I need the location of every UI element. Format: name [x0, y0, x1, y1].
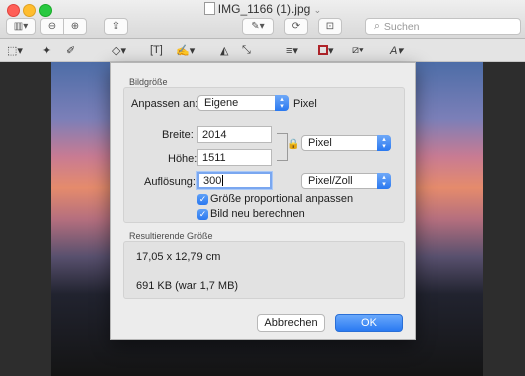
zoom-in-button[interactable]: ⊕ [63, 18, 87, 35]
sidebar-icon: ▥▾ [13, 21, 29, 32]
resolution-unit-popup[interactable]: Pixel/Zoll ▴ ▾ [301, 173, 391, 189]
adjust-size-tool[interactable]: ⤡ [242, 42, 251, 58]
resolution-label: Auflösung: [144, 176, 196, 188]
resolution-field[interactable]: 300 [197, 172, 272, 189]
border-color-tool[interactable]: ▾ [318, 42, 334, 58]
adjust-color-icon: ◭ [220, 44, 229, 57]
chevron-down-icon[interactable]: ⌄ [314, 5, 322, 15]
proportional-checkbox[interactable]: ✓ [197, 194, 208, 205]
height-label: Höhe: [168, 153, 198, 165]
share-button[interactable]: ⇪ [104, 18, 128, 35]
search-icon: ⌕ [374, 20, 380, 32]
title-bar: IMG_1166 (1).jpg ⌄ ▥▾ ⊖ ⊕ ⇪ ✎▾ ⟳ ⊡ ⌕ Suc… [0, 0, 525, 39]
width-label: Breite: [162, 129, 194, 141]
resample-checkbox[interactable]: ✓ [197, 209, 208, 220]
lock-icon[interactable]: 🔒 [287, 139, 299, 150]
adjust-size-dialog: Bildgröße Anpassen an: Eigene ▴ ▾ Pixel B… [110, 62, 416, 340]
fit-into-popup[interactable]: Eigene ▴ ▾ [197, 95, 289, 111]
share-icon: ⇪ [111, 21, 121, 32]
width-field[interactable]: 2014 [197, 126, 272, 143]
text-caret [222, 175, 224, 186]
text-style-tool[interactable]: A▾ [390, 42, 403, 58]
cancel-button[interactable]: Abbrechen [257, 314, 325, 332]
sketch-icon: ✐ [66, 44, 76, 57]
fill-color-icon: ⧄▾ [352, 43, 364, 56]
window-title: IMG_1166 (1).jpg ⌄ [0, 2, 525, 16]
sidebar-button[interactable]: ▥▾ [6, 18, 36, 35]
popup-arrows-icon: ▴ ▾ [377, 135, 391, 151]
resample-label: Bild neu berechnen [210, 208, 305, 220]
selection-icon: ⬚▾ [7, 44, 23, 57]
fill-color-tool[interactable]: ⧄▾ [352, 42, 364, 58]
result-dimensions: 17,05 x 12,79 cm [136, 251, 221, 263]
ok-button[interactable]: OK [335, 314, 403, 332]
zoom-out-icon: ⊖ [47, 21, 57, 32]
shapes-tool[interactable]: ◇▾ [112, 42, 126, 58]
adjust-color-tool[interactable]: ◭ [220, 42, 228, 58]
section-title-result: Resultierende Größe [129, 231, 213, 241]
document-icon [203, 2, 215, 15]
zoom-in-icon: ⊕ [70, 21, 80, 32]
fit-into-label: Anpassen an: [131, 98, 199, 110]
markup-toolbar-button[interactable]: ⊡ [318, 18, 342, 35]
shape-style-icon: ≡▾ [286, 44, 298, 57]
text-tool[interactable]: [T] [150, 42, 163, 58]
rotate-icon: ⟳ [291, 21, 301, 32]
size-unit-popup[interactable]: Pixel ▴ ▾ [301, 135, 391, 151]
popup-arrows-icon: ▴ ▾ [377, 173, 391, 189]
shape-style-tool[interactable]: ≡▾ [286, 42, 298, 58]
rotate-button[interactable]: ⟳ [284, 18, 308, 35]
pen-icon: ✎▾ [251, 21, 265, 32]
markup-toolbar: ⬚▾ ✦ ✐ ◇▾ [T] ✍▾ ◭ ⤡ ≡▾ ▾ ⧄▾ A▾ [0, 39, 525, 62]
section-title-bildgroesse: Bildgröße [129, 77, 168, 87]
result-filesize: 691 KB (war 1,7 MB) [136, 280, 239, 292]
shapes-icon: ◇▾ [112, 44, 126, 57]
selection-tool[interactable]: ⬚▾ [7, 42, 23, 58]
text-icon: [T] [150, 44, 163, 56]
adjust-size-icon: ⤡ [242, 43, 251, 56]
sign-tool[interactable]: ✍▾ [176, 42, 195, 58]
instant-alpha-icon: ✦ [42, 44, 52, 57]
fit-into-unit-label: Pixel [293, 98, 317, 110]
toolbox-icon: ⊡ [325, 21, 335, 32]
height-field[interactable]: 1511 [197, 149, 272, 166]
proportional-label: Größe proportional anpassen [210, 193, 354, 205]
sketch-tool[interactable]: ✐ [66, 42, 75, 58]
instant-alpha-tool[interactable]: ✦ [42, 42, 51, 58]
popup-arrows-icon: ▴ ▾ [275, 95, 289, 111]
zoom-out-button[interactable]: ⊖ [40, 18, 64, 35]
text-style-icon: A▾ [390, 44, 403, 57]
markup-pen-button[interactable]: ✎▾ [242, 18, 274, 35]
sign-icon: ✍▾ [176, 44, 196, 57]
border-color-icon [318, 45, 328, 55]
search-field[interactable]: ⌕ Suchen [365, 18, 521, 35]
